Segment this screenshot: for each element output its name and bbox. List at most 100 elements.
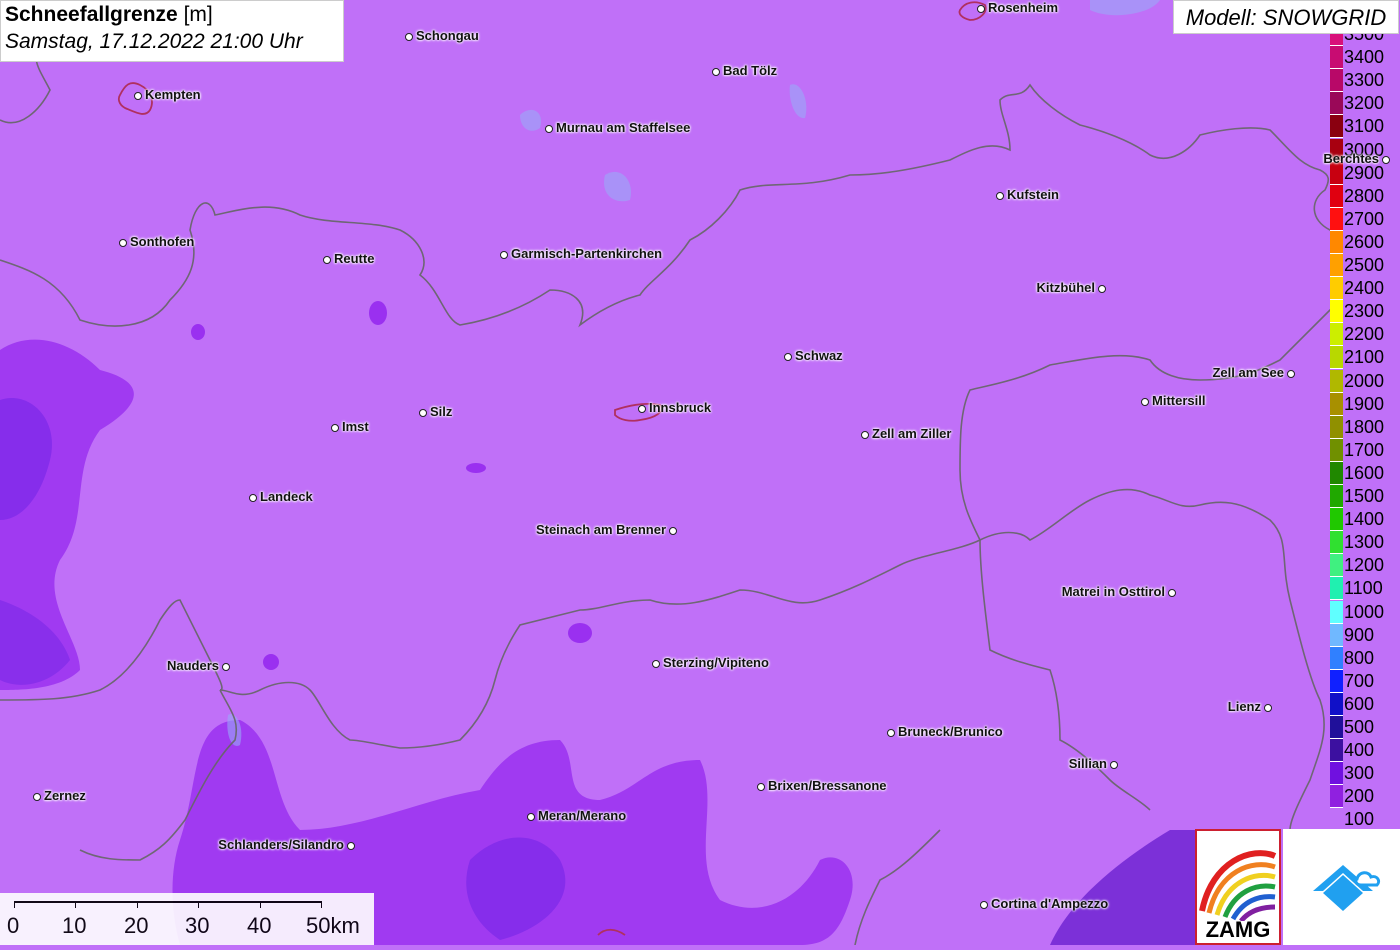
city-marker[interactable]: [1110, 761, 1118, 769]
legend-label: 2400: [1344, 278, 1385, 299]
city-label: Bruneck/Brunico: [898, 724, 1003, 739]
legend-label: 1300: [1344, 532, 1385, 553]
legend-label: 1200: [1344, 555, 1385, 576]
legend-row: 2800: [1330, 184, 1400, 208]
city-marker[interactable]: [405, 33, 413, 41]
city-marker[interactable]: [652, 660, 660, 668]
city-marker[interactable]: [638, 405, 646, 413]
city-marker[interactable]: [33, 793, 41, 801]
legend-swatch: [1330, 346, 1343, 370]
city-marker[interactable]: [977, 5, 985, 13]
city-marker[interactable]: [347, 842, 355, 850]
legend-label: 1900: [1344, 393, 1385, 414]
legend-row: 1000: [1330, 600, 1400, 624]
legend-label: 600: [1344, 693, 1375, 714]
city-marker[interactable]: [527, 813, 535, 821]
city-marker[interactable]: [1141, 398, 1149, 406]
legend-swatch: [1330, 739, 1343, 763]
city-marker[interactable]: [222, 663, 230, 671]
city-label: Garmisch-Partenkirchen: [511, 246, 663, 261]
legend-swatch: [1330, 230, 1343, 254]
city-label: Bad Tölz: [723, 63, 778, 78]
city-marker[interactable]: [861, 431, 869, 439]
city-label: Nauders: [166, 658, 219, 673]
scale-label: 30: [185, 913, 210, 938]
house-cloud-icon: [1313, 865, 1381, 911]
city-label: Zernez: [44, 788, 86, 803]
legend-row: 2700: [1330, 207, 1400, 231]
zamg-logo[interactable]: ZAMG: [1195, 829, 1281, 945]
scale-label: 0: [7, 913, 20, 938]
city-label: Reutte: [334, 251, 375, 266]
legend-row: 1300: [1330, 531, 1400, 555]
city-marker[interactable]: [996, 192, 1004, 200]
legend-swatch: [1330, 646, 1343, 670]
city-marker[interactable]: [1287, 370, 1295, 378]
legend-label: 3400: [1344, 47, 1385, 68]
city-marker[interactable]: [669, 527, 677, 535]
city-marker[interactable]: [419, 409, 427, 417]
city-marker[interactable]: [712, 68, 720, 76]
legend-label: 2600: [1344, 231, 1385, 252]
city-marker[interactable]: [500, 251, 508, 259]
legend-label: 3500: [1344, 34, 1385, 44]
city-marker[interactable]: [1264, 704, 1272, 712]
city-label: Sillian: [1068, 756, 1107, 771]
city-marker[interactable]: [545, 125, 553, 133]
legend-swatch: [1330, 716, 1343, 739]
legend-label: 1400: [1344, 509, 1385, 530]
legend-label: 2200: [1344, 324, 1385, 345]
city-marker[interactable]: [1098, 285, 1106, 293]
city-label: Schwaz: [795, 348, 843, 363]
city-label: Schongau: [416, 28, 479, 43]
scale-label: 20: [124, 913, 149, 938]
legend-swatch: [1330, 785, 1343, 809]
legend-row: 2100: [1330, 346, 1400, 370]
city-marker[interactable]: [331, 424, 339, 432]
legend-swatch: [1330, 577, 1343, 601]
rainbow-icon: [1199, 850, 1277, 923]
legend-row: 2000: [1330, 369, 1400, 393]
city-label: Brixen/Bressanone: [768, 778, 887, 793]
city-marker[interactable]: [980, 901, 988, 909]
scale-tick: [260, 901, 261, 908]
legend-row: 700: [1330, 669, 1400, 693]
scale-label: 40: [247, 913, 272, 938]
legend-swatch: [1330, 485, 1343, 508]
city-label: Sterzing/Vipiteno: [663, 655, 769, 670]
city-label: Zell am Ziller: [872, 426, 952, 441]
legend-label: 3300: [1344, 70, 1385, 91]
city-marker[interactable]: [119, 239, 127, 247]
legend-swatch: [1330, 623, 1343, 647]
legend-row: 3500: [1330, 34, 1400, 46]
map-title-box: Schneefallgrenze [m] Samstag, 17.12.2022…: [0, 0, 344, 62]
city-marker[interactable]: [134, 92, 142, 100]
legend-label: 3200: [1344, 93, 1385, 114]
city-marker[interactable]: [887, 729, 895, 737]
legend-label: 300: [1344, 763, 1375, 784]
legend-swatch: [1330, 554, 1343, 578]
legend-label: 200: [1344, 786, 1375, 807]
city-marker[interactable]: [1382, 156, 1390, 164]
legend-swatch: [1330, 600, 1343, 624]
legend-row: 3400: [1330, 46, 1400, 70]
city-marker[interactable]: [757, 783, 765, 791]
zamg-text: ZAMG: [1205, 917, 1271, 942]
city-marker[interactable]: [784, 353, 792, 361]
legend-row: 1500: [1330, 485, 1400, 508]
weather-service-logo[interactable]: [1283, 829, 1400, 945]
city-marker[interactable]: [249, 494, 257, 502]
snowfall-map[interactable]: [0, 0, 1400, 945]
city-marker[interactable]: [1168, 589, 1176, 597]
scale-tick: [321, 901, 322, 908]
legend-label: 2100: [1344, 347, 1385, 368]
city-label: Meran/Merano: [538, 808, 627, 823]
title-unit: [m]: [183, 3, 213, 26]
city-marker[interactable]: [323, 256, 331, 264]
legend-label: 800: [1344, 647, 1375, 668]
legend-row: 600: [1330, 692, 1400, 716]
legend-row: 3100: [1330, 115, 1400, 139]
city-label: Kitzbühel: [1036, 280, 1096, 295]
city-label: Berchtes: [1323, 151, 1379, 166]
legend-row: 200: [1330, 785, 1400, 809]
